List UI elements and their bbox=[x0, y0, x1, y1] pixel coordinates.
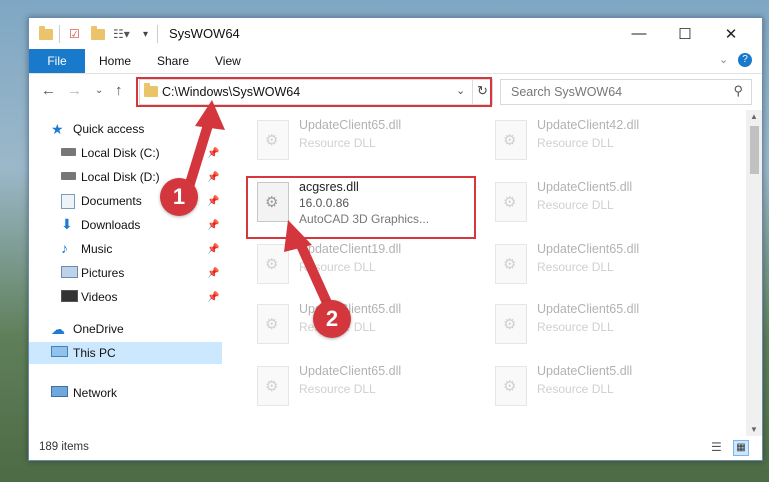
arrow-1-head bbox=[195, 100, 225, 130]
arrow-2-shaft bbox=[295, 238, 333, 310]
step-2-badge: 2 bbox=[313, 300, 351, 338]
arrow-1-shaft bbox=[183, 120, 213, 195]
annotation-arrows bbox=[183, 100, 333, 310]
step-1-badge: 1 bbox=[160, 178, 198, 216]
arrow-2-head bbox=[284, 220, 312, 252]
